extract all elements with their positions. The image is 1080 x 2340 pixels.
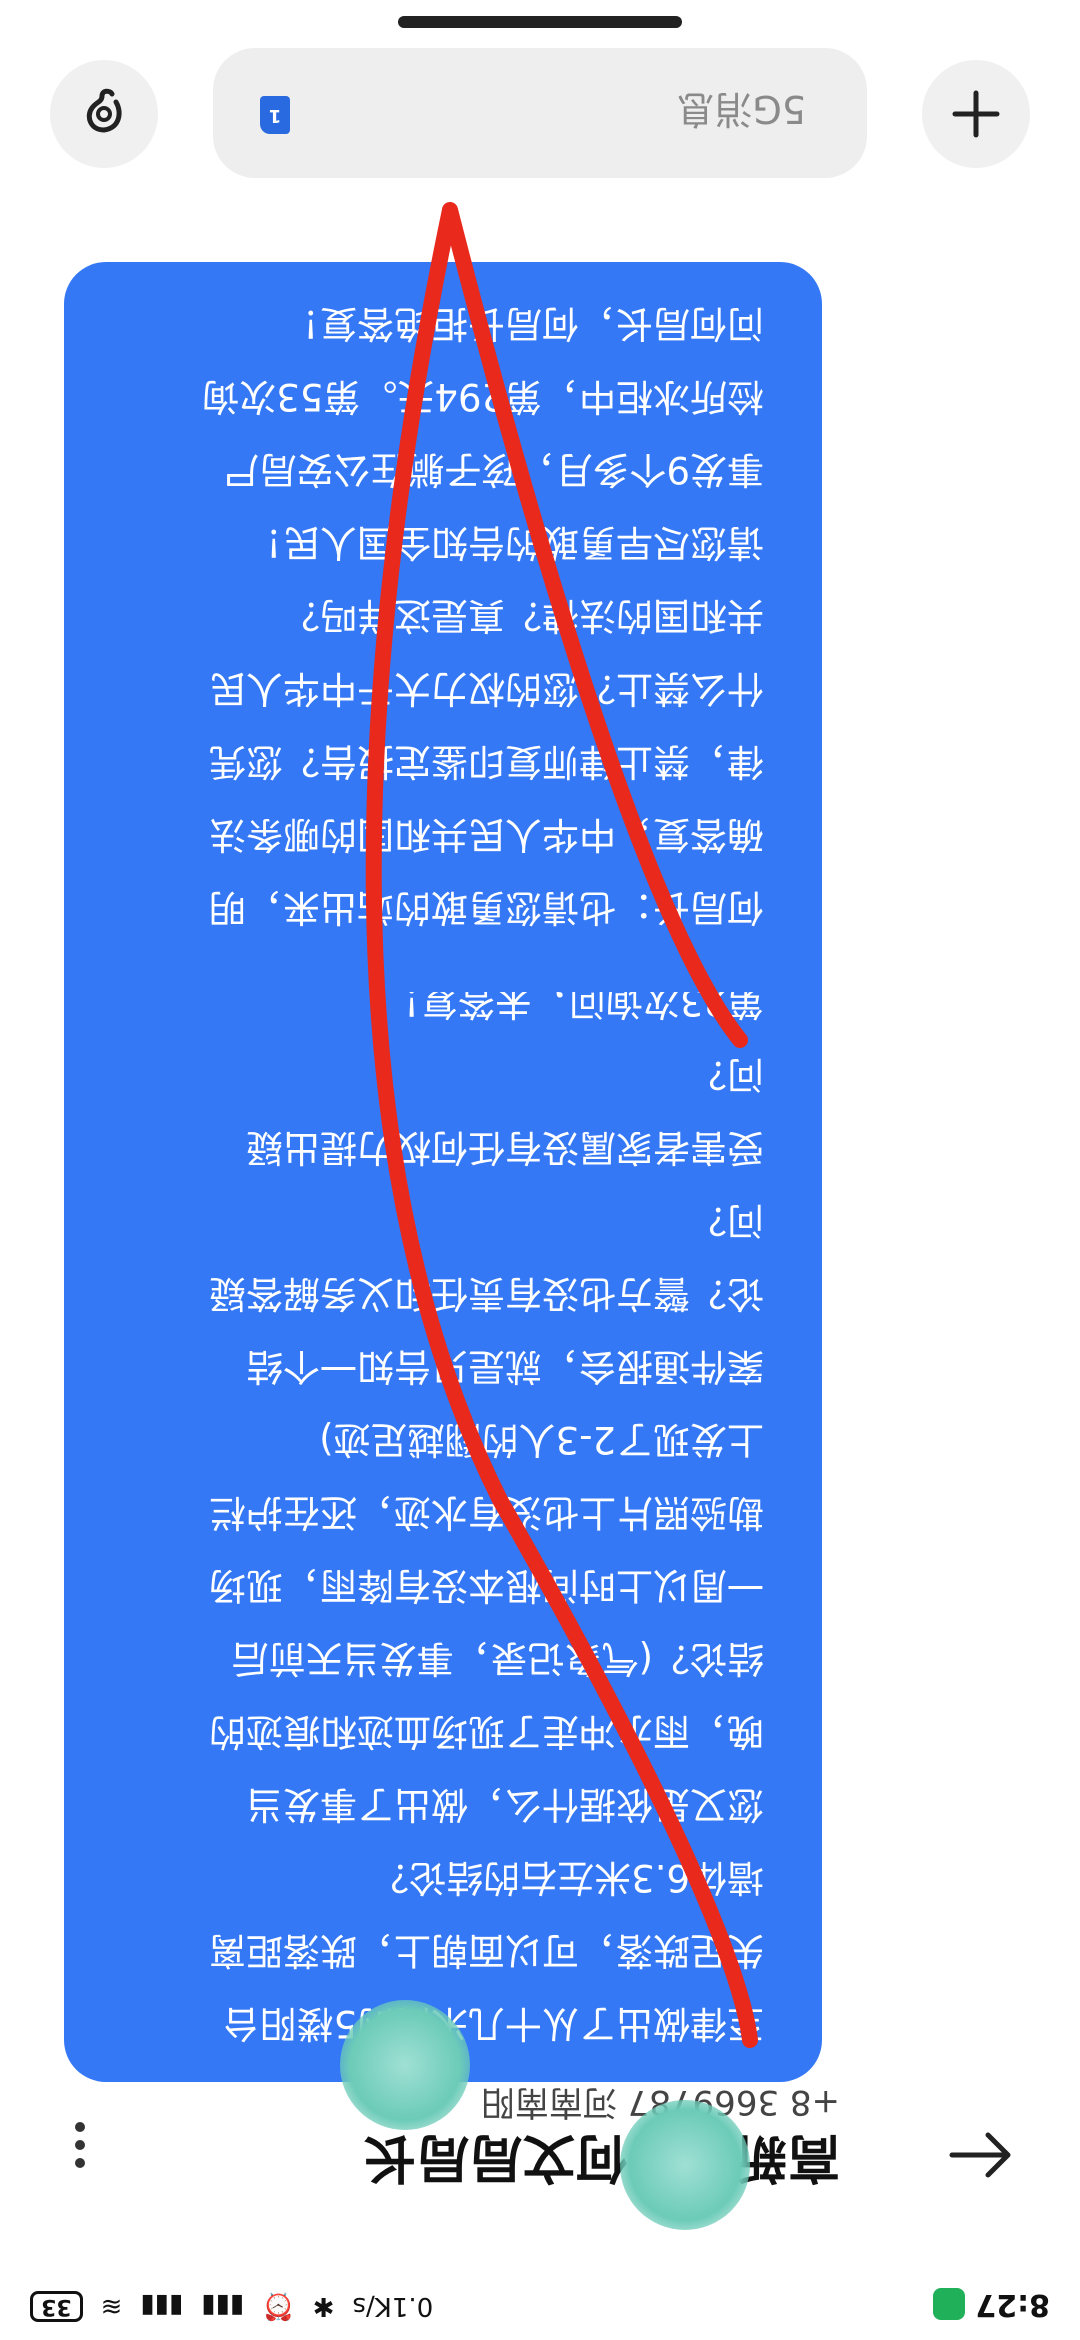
message-bubble[interactable]: 何局长：也请您勇敢的站出来，明 确答复，中华人民共和国的哪条法 律，禁止律师复印… bbox=[64, 262, 822, 992]
message-line: 失足跌落，可以面朝上，跌落距离 bbox=[209, 1929, 764, 1972]
message-line: 事发9个多月，孩子躺在公安局尸 bbox=[222, 448, 764, 491]
back-arrow-icon[interactable] bbox=[925, 2100, 1035, 2210]
wifi-icon: ≋ bbox=[100, 2291, 123, 2322]
message-line: 何局长：也请您勇敢的站出来，明 bbox=[209, 886, 764, 929]
message-line: 一周以上时间根本没有降雨，现场 bbox=[209, 1564, 764, 1607]
message-line: 晚，雨水冲走了现场血迹和痕迹的 bbox=[209, 1710, 764, 1753]
signal-icon: ▮▮▮ bbox=[140, 2291, 184, 2322]
privacy-mosaic bbox=[620, 2100, 750, 2230]
alarm-icon: ⏰ bbox=[262, 2291, 295, 2322]
plus-icon bbox=[952, 90, 1000, 138]
message-line: 论？警方也没有责任和义务解答疑 bbox=[209, 1272, 764, 1315]
message-line: 墙体6.3米左右的结论？ bbox=[372, 1856, 764, 1899]
message-line: 受害者家属没有任何权力提出疑 bbox=[246, 1126, 764, 1169]
arrow-left-icon bbox=[949, 2132, 1011, 2178]
audio-icon bbox=[86, 88, 122, 133]
message-line: 问何局长，何局长拒绝答复！ bbox=[283, 302, 764, 345]
sim-card-icon[interactable]: 1 bbox=[260, 96, 290, 134]
message-line: 勘验照片上也没有水迹，还在护栏 bbox=[209, 1491, 764, 1534]
message-line: 共和国的法律？真是这样吗？ bbox=[283, 594, 764, 637]
home-indicator[interactable] bbox=[398, 16, 682, 28]
screen: 8:27 0.1K/s ✱ ⏰ ▮▮▮ ▮▮▮ ≋ 33 高新分局何文局局长 +… bbox=[0, 0, 1080, 2340]
message-line: 结论？(气象记录，事发当天前后 bbox=[231, 1637, 764, 1680]
message-line: 律，禁止律师复印鉴定报告？您凭 bbox=[209, 740, 764, 783]
status-time-group: 8:27 bbox=[933, 2287, 1050, 2322]
voice-input-button[interactable] bbox=[50, 60, 158, 168]
compose-bar: 5G消息 1 bbox=[0, 40, 1080, 190]
status-bar: 8:27 0.1K/s ✱ ⏰ ▮▮▮ ▮▮▮ ≋ 33 bbox=[0, 2270, 1080, 2340]
status-time: 8:27 bbox=[975, 2287, 1050, 2322]
message-line: 问？ bbox=[690, 1053, 764, 1096]
charging-icon bbox=[933, 2288, 966, 2321]
message-input-placeholder: 5G消息 bbox=[676, 87, 806, 131]
message-line: 请您尽早勇敢的告知全国人民！ bbox=[246, 521, 764, 564]
privacy-mosaic bbox=[340, 2000, 470, 2130]
message-line: 检所冰柜中，第294天。第53次询 bbox=[202, 375, 764, 418]
message-line: 问？ bbox=[690, 1199, 764, 1242]
message-line: 上发现了2-3人的翻越足迹) bbox=[319, 1418, 764, 1461]
status-icons: 0.1K/s ✱ ⏰ ▮▮▮ ▮▮▮ ≋ 33 bbox=[30, 2291, 433, 2322]
signal-icon: ▮▮▮ bbox=[201, 2291, 245, 2322]
bluetooth-icon: ✱ bbox=[312, 2291, 335, 2322]
network-speed: 0.1K/s bbox=[352, 2291, 434, 2322]
more-options-icon[interactable] bbox=[60, 2090, 100, 2200]
add-attachment-button[interactable] bbox=[922, 60, 1030, 168]
message-line: 什么禁止？您的权力大于中华人民 bbox=[209, 667, 764, 710]
message-line: 您又是依据什么，做出了事发当 bbox=[246, 1783, 764, 1826]
battery-icon: 33 bbox=[30, 2291, 83, 2322]
contact-name[interactable]: 高新分局何文局局长 bbox=[363, 2125, 840, 2200]
message-bubble[interactable]: 至律做出了从十几米高的5楼阳台 失足跌落，可以面朝上，跌落距离 墙体6.3米左右… bbox=[64, 800, 822, 2082]
message-line: 案件通报会，就是只告知一个结 bbox=[246, 1345, 764, 1388]
message-line: 确答复，中华人民共和国的哪条法 bbox=[209, 813, 764, 856]
